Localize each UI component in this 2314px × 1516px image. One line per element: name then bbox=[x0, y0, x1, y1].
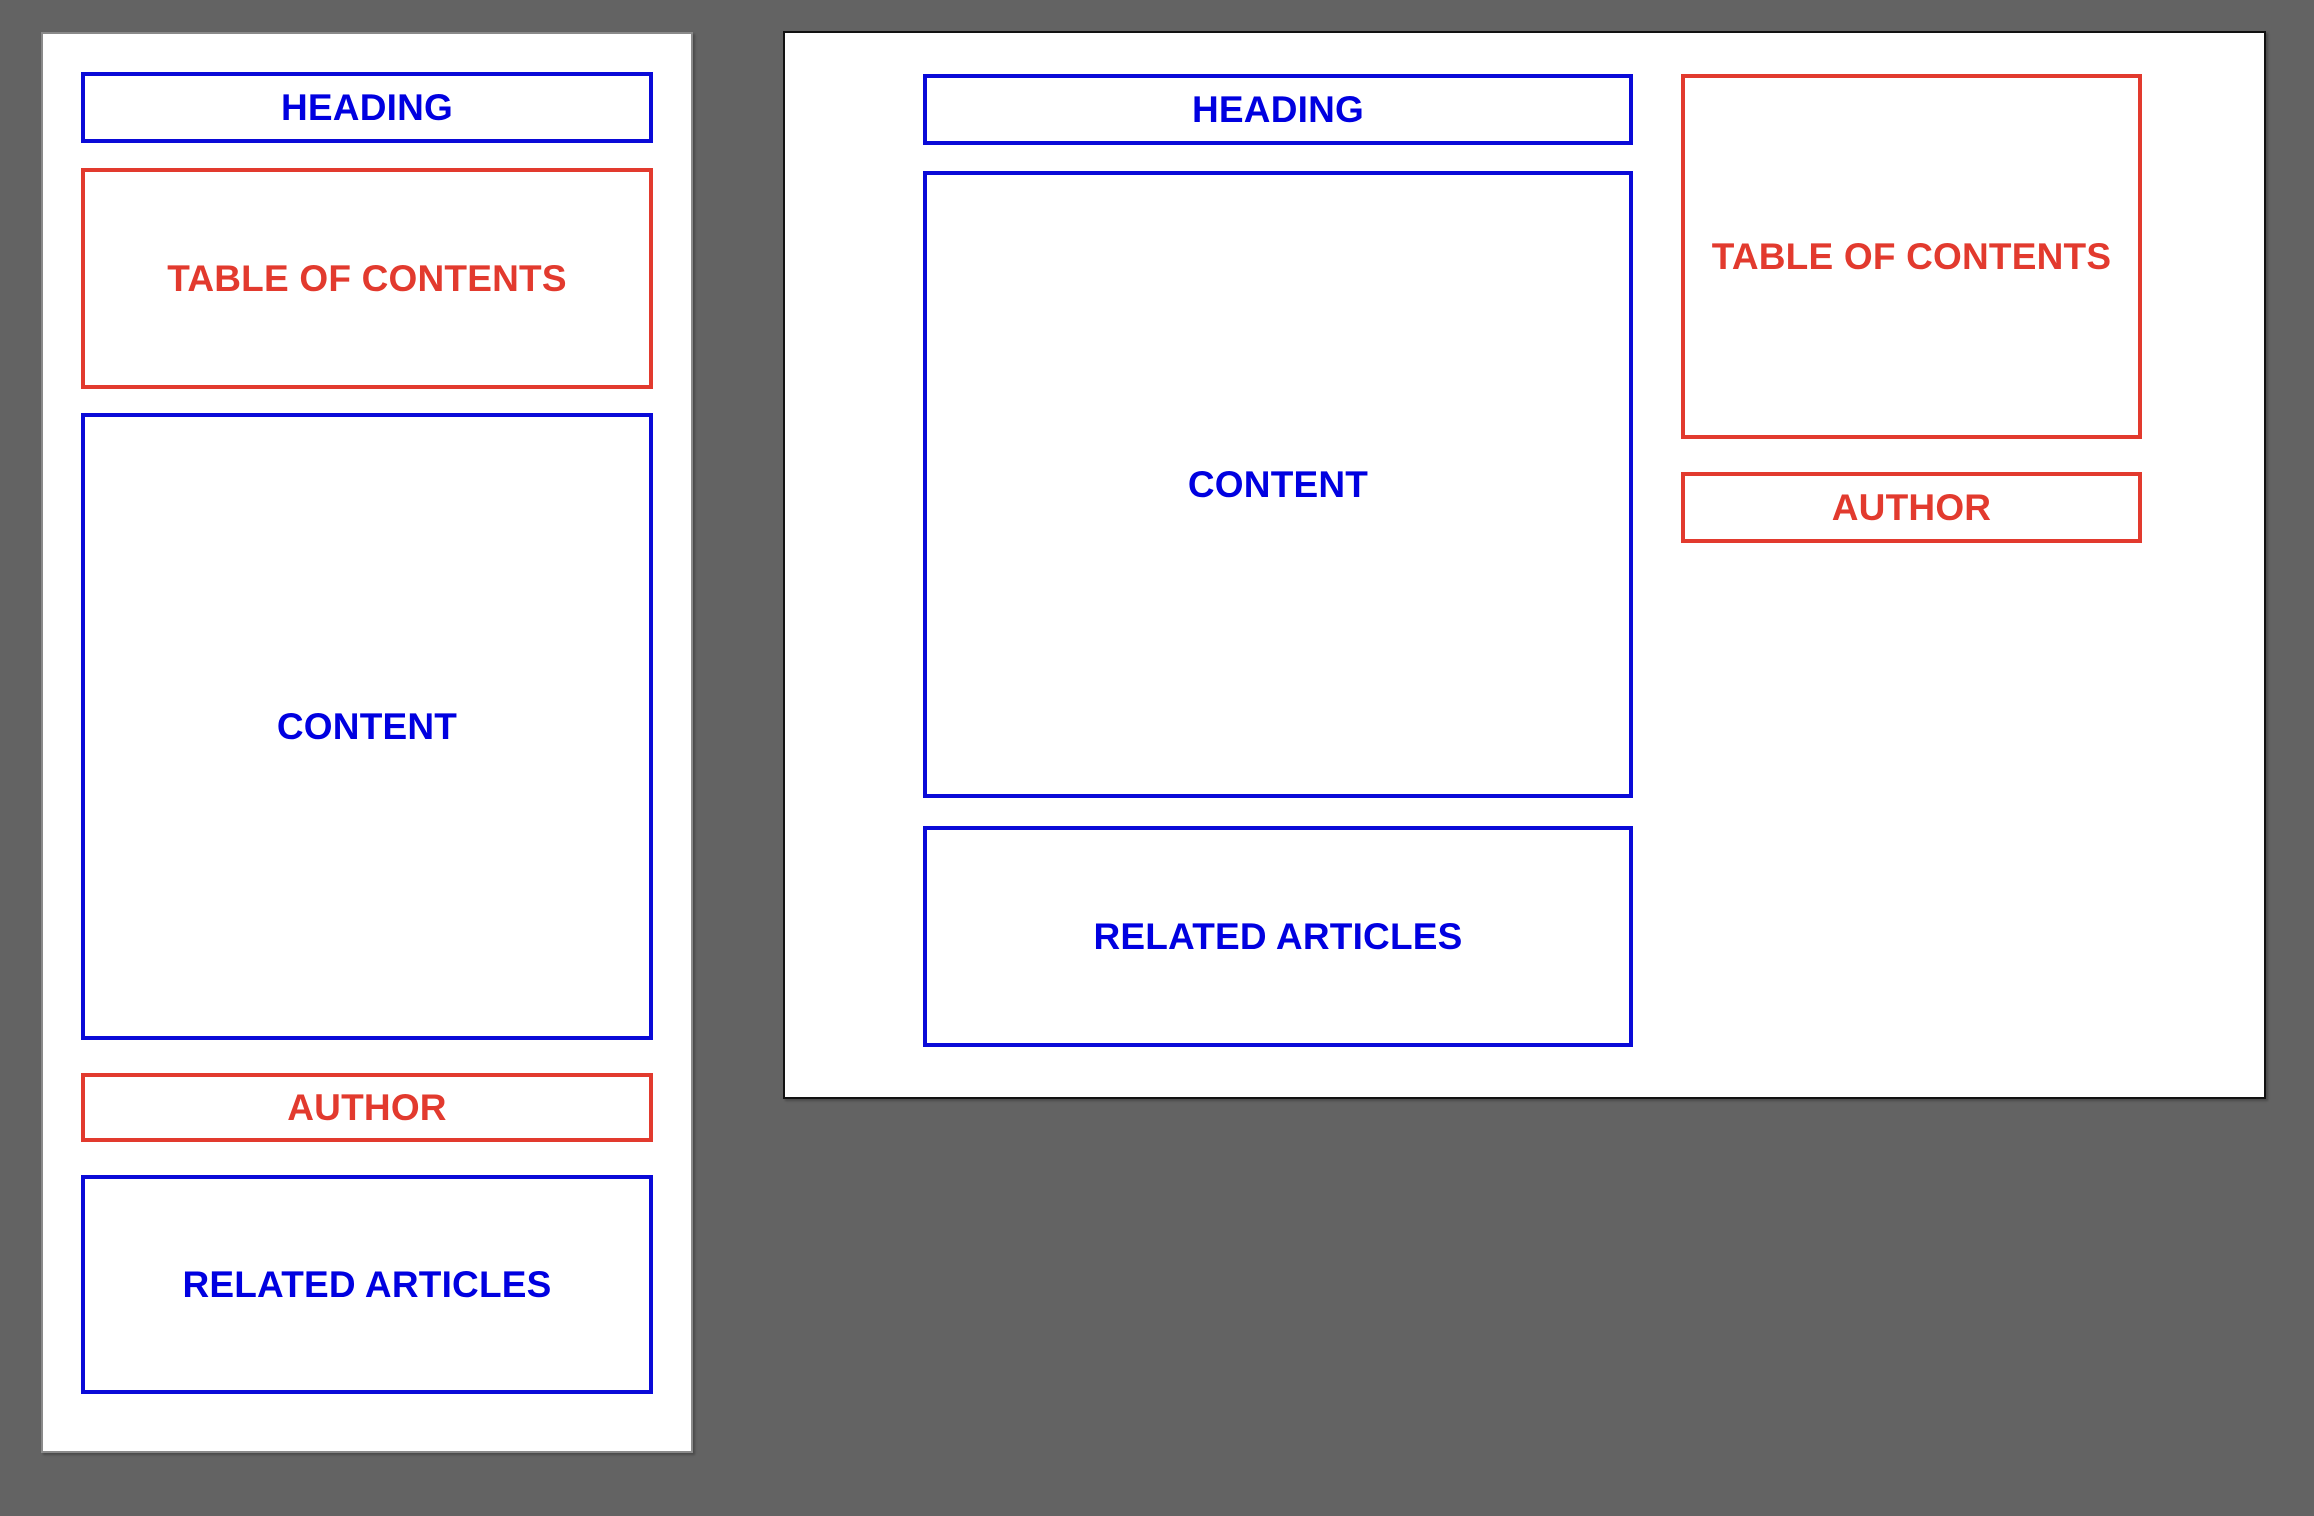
desktop-content-block: CONTENT bbox=[923, 171, 1633, 798]
desktop-related-articles-block: RELATED ARTICLES bbox=[923, 826, 1633, 1047]
block-label: HEADING bbox=[1191, 88, 1365, 130]
block-label: RELATED ARTICLES bbox=[182, 1263, 552, 1305]
desktop-toc-block: TABLE OF CONTENTS bbox=[1681, 74, 2142, 439]
block-label: CONTENT bbox=[1187, 463, 1369, 505]
block-label: RELATED ARTICLES bbox=[1093, 915, 1463, 957]
mobile-related-articles-block: RELATED ARTICLES bbox=[81, 1175, 653, 1394]
mobile-heading-block: HEADING bbox=[81, 72, 653, 143]
mobile-content-block: CONTENT bbox=[81, 413, 653, 1040]
block-label: AUTHOR bbox=[1831, 486, 1992, 528]
mobile-toc-block: TABLE OF CONTENTS bbox=[81, 168, 653, 389]
desktop-author-block: AUTHOR bbox=[1681, 472, 2142, 543]
block-label: TABLE OF CONTENTS bbox=[1711, 235, 2112, 277]
block-label: CONTENT bbox=[276, 705, 458, 747]
block-label: HEADING bbox=[280, 86, 454, 128]
desktop-heading-block: HEADING bbox=[923, 74, 1633, 145]
block-label: TABLE OF CONTENTS bbox=[167, 257, 567, 299]
mobile-author-block: AUTHOR bbox=[81, 1073, 653, 1142]
block-label: AUTHOR bbox=[287, 1086, 447, 1128]
